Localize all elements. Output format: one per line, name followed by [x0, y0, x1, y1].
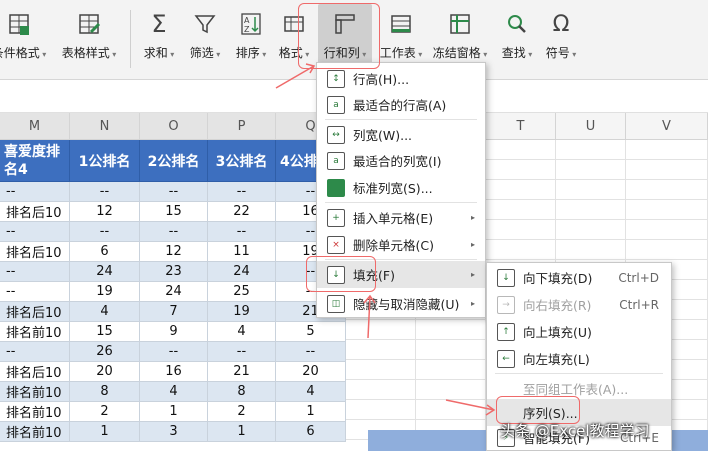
watermark-text: 头条 @Excel教程学习: [500, 422, 650, 440]
annotation-arrows: [275, 63, 496, 416]
